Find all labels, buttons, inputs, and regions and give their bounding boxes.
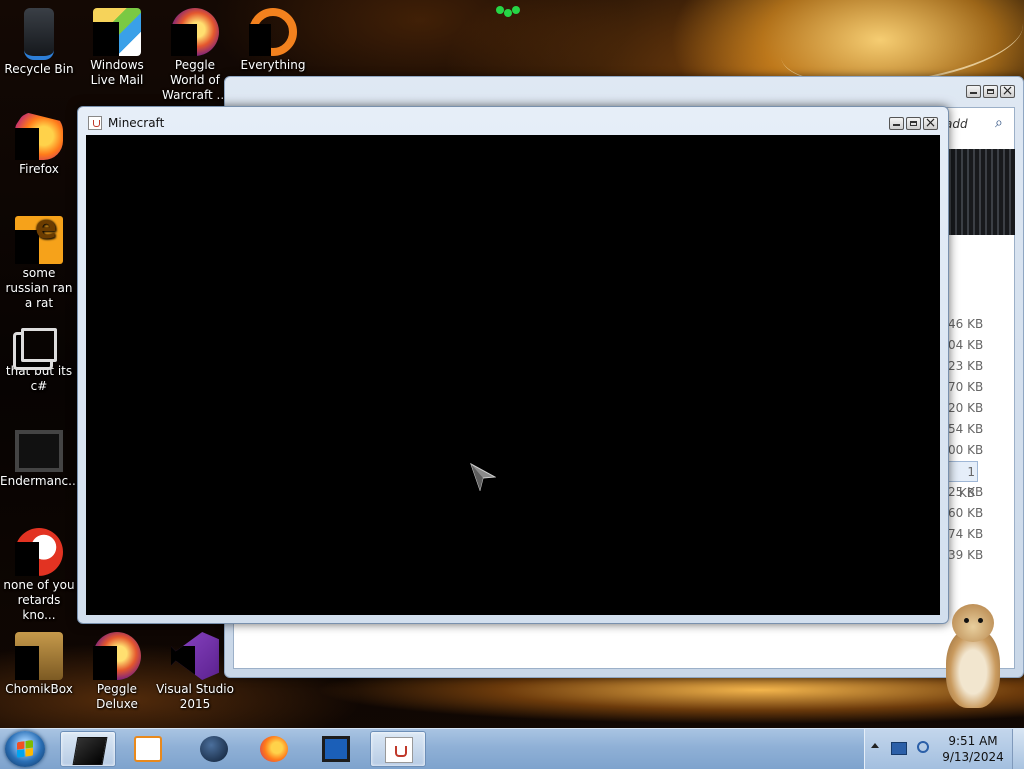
- taskbar-item-media-player[interactable]: [120, 731, 176, 767]
- taskbar-item-monitor-app[interactable]: [60, 731, 116, 767]
- desktop-icon-chomikbox[interactable]: ChomikBox: [0, 632, 78, 697]
- chomikbox-icon: [15, 632, 63, 680]
- desktop-icon-label: Firefox: [19, 162, 59, 176]
- minecraft-game-canvas[interactable]: [86, 135, 940, 615]
- clock-time: 9:51 AM: [948, 734, 998, 748]
- desktop-icon-recycle-bin[interactable]: Recycle Bin: [0, 8, 78, 77]
- taskbar-item-java[interactable]: [370, 731, 426, 767]
- red-circle-app-icon: [15, 528, 63, 576]
- black-box-icon: [72, 737, 108, 765]
- minecraft-maximize-button[interactable]: [906, 117, 921, 130]
- peggle-deluxe-icon: [93, 632, 141, 680]
- start-button[interactable]: [5, 731, 45, 767]
- desktop-icon-firefox[interactable]: Firefox: [0, 112, 78, 177]
- java-icon: [385, 737, 413, 763]
- show-hidden-icons-icon[interactable]: [871, 743, 879, 748]
- java-icon: [88, 116, 102, 130]
- mouse-cursor-icon: [470, 463, 496, 491]
- explorer-title-buttons: [966, 83, 1015, 99]
- system-tray: 9:51 AM 9/13/2024: [864, 729, 1024, 769]
- firefox-icon: [15, 112, 63, 160]
- desktop-icon-windows-live-mail[interactable]: Windows Live Mail: [78, 8, 156, 88]
- file-size-cell[interactable]: 04 KB: [948, 335, 983, 356]
- desktop-icon-label: that but its c#: [5, 364, 73, 393]
- desktop-icon-label: Windows Live Mail: [90, 58, 144, 87]
- explorer-close-button[interactable]: [1000, 83, 1015, 99]
- desktop-icon-none-of-you[interactable]: none of you retards kno...: [0, 528, 78, 623]
- desktop-icon-label: some russian ran a rat: [5, 266, 73, 310]
- minecraft-title-buttons: [889, 115, 938, 131]
- firefox-icon: [260, 736, 288, 762]
- desktop-icon-label: Peggle Deluxe: [96, 682, 138, 711]
- file-size-cell[interactable]: 25 KB: [948, 482, 983, 503]
- clock[interactable]: 9:51 AM 9/13/2024: [941, 733, 1005, 765]
- desktop-icon-label: Everything: [240, 58, 306, 72]
- taskbar: 9:51 AM 9/13/2024: [0, 728, 1024, 769]
- media-player-icon: [134, 736, 162, 762]
- desktop-icon-peggle-deluxe[interactable]: Peggle Deluxe: [78, 632, 156, 712]
- globe-icon: [200, 736, 228, 762]
- wallpaper-green-dots: [496, 6, 528, 18]
- desktop-icon-russian-rat[interactable]: some russian ran a rat: [0, 216, 78, 311]
- explorer-minimize-button[interactable]: [966, 85, 981, 98]
- windows-logo-icon: [17, 739, 33, 759]
- file-size-cell-selected[interactable]: 1 KB: [948, 461, 978, 500]
- file-size-cell[interactable]: 00 KB: [948, 440, 983, 461]
- recycle-bin-icon: [24, 8, 54, 60]
- desktop-icon-label: Visual Studio 2015: [156, 682, 234, 711]
- minecraft-window-title: Minecraft: [108, 116, 165, 130]
- hamster-desktop-pet[interactable]: [940, 604, 1006, 708]
- file-size-cell[interactable]: 46 KB: [948, 314, 983, 335]
- explorer-preview-strip: [949, 149, 1015, 235]
- visual-studio-icon: [171, 632, 219, 680]
- show-desktop-button[interactable]: [1012, 729, 1024, 769]
- window-icon: [322, 736, 350, 762]
- file-size-cell[interactable]: 54 KB: [948, 419, 983, 440]
- clock-date: 9/13/2024: [942, 750, 1004, 764]
- minecraft-window[interactable]: Minecraft: [77, 106, 949, 624]
- file-size-cell[interactable]: 74 KB: [948, 524, 983, 545]
- desktop-icon-label: Peggle World of Warcraft ...: [162, 58, 228, 102]
- copy-files-icon: [21, 328, 57, 362]
- minecraft-minimize-button[interactable]: [889, 117, 904, 130]
- explorer-maximize-button[interactable]: [983, 85, 998, 98]
- sync-icon[interactable]: [917, 741, 929, 753]
- file-size-cell[interactable]: 20 KB: [948, 398, 983, 419]
- file-size-cell[interactable]: 23 KB: [948, 356, 983, 377]
- file-e-icon: [15, 216, 63, 264]
- desktop-icon-label: none of you retards kno...: [3, 578, 75, 622]
- explorer-size-column: 46 KB 04 KB 23 KB 70 KB 20 KB 54 KB 00 K…: [948, 314, 983, 566]
- desktop-icon-label: ChomikBox: [5, 682, 73, 696]
- desktop-icon-label: Recycle Bin: [4, 62, 74, 76]
- search-icon[interactable]: ⌕: [995, 115, 1003, 131]
- file-size-cell[interactable]: 60 KB: [948, 503, 983, 524]
- desktop-icon-that-but-c-sharp[interactable]: that but its c#: [0, 320, 78, 394]
- taskbar-item-steam[interactable]: [186, 731, 242, 767]
- file-size-cell[interactable]: 70 KB: [948, 377, 983, 398]
- desktop-icon-label: Endermanc...: [0, 474, 80, 488]
- desktop-icon-everything[interactable]: Everything: [234, 8, 312, 73]
- mail-icon: [93, 8, 141, 56]
- desktop-icon-endermanch[interactable]: Endermanc...: [0, 424, 80, 489]
- desktop-icon-peggle-wow[interactable]: Peggle World of Warcraft ...: [156, 8, 234, 103]
- desktop-icon-visual-studio[interactable]: Visual Studio 2015: [156, 632, 234, 712]
- monitor-app-icon: [15, 430, 63, 472]
- minecraft-close-button[interactable]: [923, 115, 938, 131]
- taskbar-item-explorer[interactable]: [308, 731, 364, 767]
- taskbar-item-firefox[interactable]: [246, 731, 302, 767]
- network-icon[interactable]: [891, 742, 907, 755]
- file-size-cell[interactable]: 39 KB: [948, 545, 983, 566]
- peggle-icon: [171, 8, 219, 56]
- everything-search-icon: [249, 8, 297, 56]
